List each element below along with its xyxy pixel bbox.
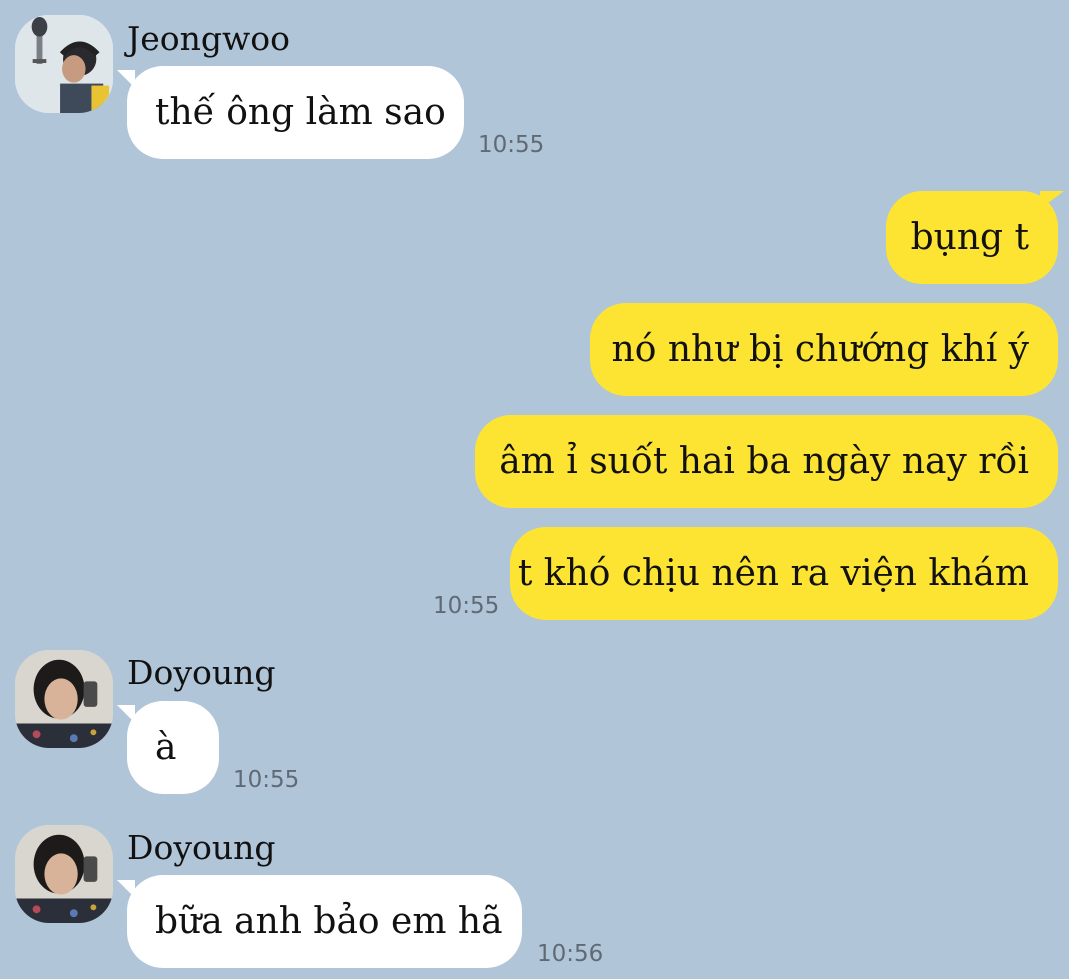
message-text: âm ỉ suốt hai ba ngày nay rồi xyxy=(499,441,1029,482)
message-timestamp: 10:55 xyxy=(233,767,300,793)
message-text: t khó chịu nên ra viện khám xyxy=(517,553,1029,594)
jeongwoo-photo-icon xyxy=(15,15,113,113)
message-bubble-incoming[interactable]: bữa anh bảo em hã xyxy=(127,875,522,968)
message-bubble-outgoing[interactable]: bụng t xyxy=(886,191,1058,284)
doyoung-avatar[interactable] xyxy=(15,825,113,923)
message-text: nó như bị chướng khí ý xyxy=(611,329,1029,370)
message-timestamp: 10:56 xyxy=(537,941,604,967)
message-text: thế ông làm sao xyxy=(155,92,446,133)
doyoung-avatar[interactable] xyxy=(15,650,113,748)
message-timestamp: 10:55 xyxy=(478,132,545,158)
message-timestamp: 10:55 xyxy=(433,593,500,619)
doyoung-photo-icon xyxy=(15,650,113,748)
chat-transcript: Jeongwoo thế ông làm sao 10:55 bụng t nó… xyxy=(0,0,1069,979)
sender-name: Jeongwoo xyxy=(127,19,290,58)
message-bubble-incoming[interactable]: à xyxy=(127,701,219,794)
doyoung-photo-icon xyxy=(15,825,113,923)
message-bubble-incoming[interactable]: thế ông làm sao xyxy=(127,66,464,159)
message-text: à xyxy=(155,727,177,768)
message-bubble-outgoing[interactable]: nó như bị chướng khí ý xyxy=(590,303,1058,396)
sender-name: Doyoung xyxy=(127,828,276,867)
jeongwoo-avatar[interactable] xyxy=(15,15,113,113)
message-bubble-outgoing[interactable]: âm ỉ suốt hai ba ngày nay rồi xyxy=(475,415,1058,508)
message-bubble-outgoing[interactable]: t khó chịu nên ra viện khám xyxy=(510,527,1058,620)
sender-name: Doyoung xyxy=(127,653,276,692)
message-text: bữa anh bảo em hã xyxy=(155,901,503,942)
message-text: bụng t xyxy=(910,217,1029,258)
